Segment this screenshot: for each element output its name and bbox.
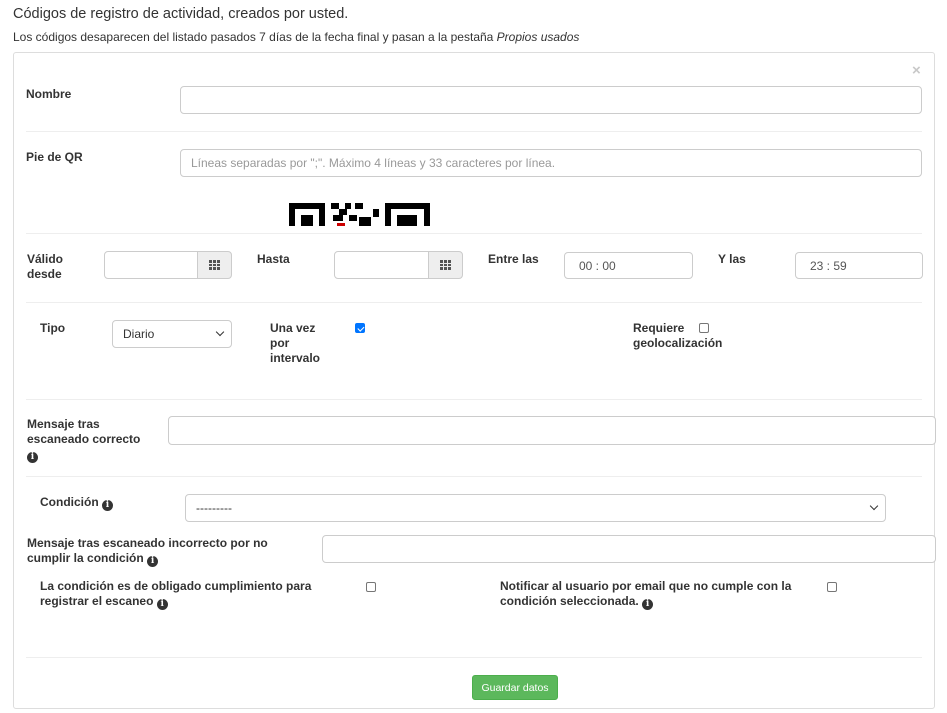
info-icon[interactable]: i [156,599,168,610]
subtitle-text: Los códigos desaparecen del listado pasa… [13,30,497,44]
entre-las-label: Entre las [488,252,539,266]
mensaje-incorrecto-label-line1: Mensaje tras escaneado incorrecto por no [27,536,268,550]
pie-qr-input[interactable] [180,149,922,177]
guardar-datos-button[interactable]: Guardar datos [472,675,558,700]
tipo-label: Tipo [40,321,66,335]
una-vez-label: Una vez por intervalo [270,321,320,366]
nombre-label: Nombre [26,87,72,101]
notificar-email-checkbox[interactable] [827,582,837,592]
geolocalizacion-label-line1: Requiere [633,321,685,335]
subtitle-tab-name: Propios usados [496,30,580,44]
una-vez-label-line2: por [270,336,290,350]
mensaje-correcto-label: Mensaje tras escaneado correcto i [27,417,140,463]
page-title: Códigos de registro de actividad, creado… [13,6,349,22]
mensaje-incorrecto-label-line2: cumplir la condición [27,551,144,565]
mensaje-incorrecto-label: Mensaje tras escaneado incorrecto por no… [27,536,268,567]
y-las-label: Y las [718,252,746,266]
divider [26,657,922,658]
valido-desde-label-line2: desde [27,267,62,281]
info-icon[interactable]: i [642,599,654,610]
obligado-cumplimiento-checkbox[interactable] [366,582,376,592]
divider [26,302,922,303]
una-vez-label-line3: intervalo [270,351,321,365]
y-las-time-input[interactable]: 23 : 59 [795,252,923,279]
calendar-grid-icon [209,260,220,271]
geolocalizacion-label-line2: geolocalización [633,336,723,350]
valido-desde-label: Válido desde [27,252,63,282]
obligado-label-line1: La condición es de obligado cumplimiento… [40,579,312,593]
una-vez-label-line1: Una vez [270,321,316,335]
divider [26,131,922,132]
info-icon[interactable]: i [27,452,38,463]
geolocalizacion-checkbox[interactable] [699,323,709,333]
pie-qr-label: Pie de QR [26,150,83,164]
notificar-label-line1: Notificar al usuario por email que no cu… [500,579,792,593]
info-icon[interactable]: i [147,556,159,567]
calendar-grid-icon [440,260,451,271]
tipo-selected-value: Diario [123,327,155,341]
mensaje-correcto-label-line2: escaneado correcto [27,432,141,446]
condicion-selected-value: --------- [196,501,232,515]
info-icon[interactable]: i [102,500,114,511]
valido-desde-input[interactable] [104,251,198,279]
mensaje-correcto-input[interactable] [168,416,936,445]
page-subtitle: Los códigos desaparecen del listado pasa… [13,30,579,44]
chevron-down-icon [869,501,879,511]
tipo-select[interactable]: Diario [112,320,232,348]
close-icon[interactable]: × [912,62,921,79]
divider [26,476,922,477]
valido-desde-label-line1: Válido [27,252,64,266]
notificar-label-line2: condición seleccionada. [500,594,639,608]
condicion-select[interactable]: --------- [185,494,886,522]
hasta-label: Hasta [257,252,290,266]
mensaje-correcto-label-line1: Mensaje tras [27,417,100,431]
mensaje-incorrecto-input[interactable] [322,535,936,563]
chevron-down-icon [215,327,225,337]
qr-code-image [289,203,430,226]
condicion-label-text: Condición [40,495,99,509]
valido-desde-calendar-button[interactable] [197,251,232,279]
nombre-input[interactable] [180,86,922,114]
obligado-cumplimiento-label: La condición es de obligado cumplimiento… [40,579,311,610]
notificar-email-label: Notificar al usuario por email que no cu… [500,579,791,610]
divider [26,399,922,400]
divider [26,233,922,234]
hasta-input[interactable] [334,251,429,279]
obligado-label-line2: registrar el escaneo [40,594,154,608]
entre-las-time-input[interactable]: 00 : 00 [564,252,693,279]
condicion-label: Condición i [40,495,114,511]
una-vez-checkbox[interactable] [355,323,365,333]
hasta-calendar-button[interactable] [428,251,463,279]
